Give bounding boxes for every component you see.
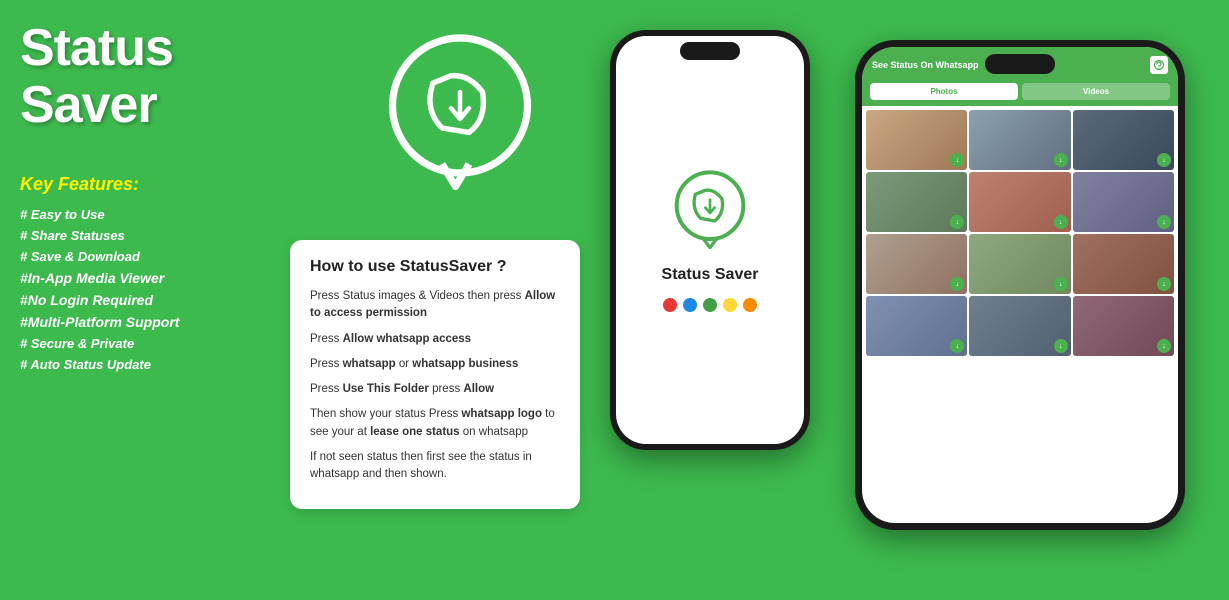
download-btn-8[interactable]: ↓ <box>1054 277 1068 291</box>
phone-header: See Status On Whatsapp <box>862 47 1178 83</box>
phone-header-icon <box>1150 56 1168 74</box>
download-btn-9[interactable]: ↓ <box>1157 277 1171 291</box>
tabs-row: Photos Videos <box>862 83 1178 106</box>
feature-multi-platform: #Multi-Platform Support <box>20 314 260 330</box>
dot-yellow <box>723 298 737 312</box>
feature-secure-private: # Secure & Private <box>20 336 260 351</box>
phone-app-name: Status Saver <box>662 266 759 284</box>
gallery-item-1: ↓ <box>866 110 967 170</box>
download-btn-11[interactable]: ↓ <box>1054 339 1068 353</box>
feature-media-viewer: #In-App Media Viewer <box>20 270 260 286</box>
how-to-step-6: If not seen status then first see the st… <box>310 449 560 484</box>
feature-save-download: # Save & Download <box>20 249 260 264</box>
dot-blue <box>683 298 697 312</box>
phone-screen-right: See Status On Whatsapp Photos Videos ↓ <box>862 47 1178 523</box>
phone-app-icon <box>670 169 750 254</box>
feature-share-statuses: # Share Statuses <box>20 228 260 243</box>
gallery-item-10: ↓ <box>866 296 967 356</box>
download-btn-5[interactable]: ↓ <box>1054 215 1068 229</box>
download-btn-2[interactable]: ↓ <box>1054 153 1068 167</box>
download-btn-10[interactable]: ↓ <box>950 339 964 353</box>
gallery-item-3: ↓ <box>1073 110 1174 170</box>
how-to-step-5: Then show your status Press whatsapp log… <box>310 406 560 441</box>
dot-red <box>663 298 677 312</box>
gallery-item-11: ↓ <box>969 296 1070 356</box>
download-btn-4[interactable]: ↓ <box>950 215 964 229</box>
left-section: Status Saver Key Features: # Easy to Use… <box>0 0 280 600</box>
dots-row <box>663 298 757 312</box>
download-btn-1[interactable]: ↓ <box>950 153 964 167</box>
feature-auto-update: # Auto Status Update <box>20 357 260 372</box>
key-features-label: Key Features: <box>20 174 260 195</box>
gallery-item-5: ↓ <box>969 172 1070 232</box>
how-to-step-2: Press Allow whatsapp access <box>310 331 560 348</box>
how-to-step-4: Press Use This Folder press Allow <box>310 381 560 398</box>
tab-photos[interactable]: Photos <box>870 83 1018 100</box>
gallery-grid: ↓ ↓ ↓ ↓ ↓ ↓ ↓ <box>862 106 1178 360</box>
feature-easy-to-use: # Easy to Use <box>20 207 260 222</box>
phone-screen-center: Status Saver <box>616 36 804 444</box>
download-btn-6[interactable]: ↓ <box>1157 215 1171 229</box>
phone-screen-content: Status Saver <box>652 159 769 322</box>
how-to-step-1: Press Status images & Videos then press … <box>310 288 560 323</box>
phone-right-container: See Status On Whatsapp Photos Videos ↓ <box>855 40 1185 530</box>
gallery-item-9: ↓ <box>1073 234 1174 294</box>
gallery-item-6: ↓ <box>1073 172 1174 232</box>
app-title: Status Saver <box>20 20 260 134</box>
whatsapp-download-icon <box>370 20 550 200</box>
how-to-title: How to use StatusSaver ? <box>310 258 560 276</box>
how-to-step-3: Press whatsapp or whatsapp business <box>310 356 560 373</box>
whatsapp-icon-area <box>370 20 570 220</box>
gallery-item-8: ↓ <box>969 234 1070 294</box>
phone-center: Status Saver <box>610 30 810 450</box>
feature-no-login: #No Login Required <box>20 292 260 308</box>
phone-frame-center: Status Saver <box>610 30 810 450</box>
tab-videos[interactable]: Videos <box>1022 83 1170 100</box>
download-btn-7[interactable]: ↓ <box>950 277 964 291</box>
dot-green <box>703 298 717 312</box>
gallery-item-7: ↓ <box>866 234 967 294</box>
phone-frame-right: See Status On Whatsapp Photos Videos ↓ <box>855 40 1185 530</box>
dot-orange <box>743 298 757 312</box>
download-btn-3[interactable]: ↓ <box>1157 153 1171 167</box>
gallery-item-2: ↓ <box>969 110 1070 170</box>
phone-header-title: See Status On Whatsapp <box>872 60 979 70</box>
gallery-item-4: ↓ <box>866 172 967 232</box>
how-to-card: How to use StatusSaver ? Press Status im… <box>290 240 580 509</box>
download-btn-12[interactable]: ↓ <box>1157 339 1171 353</box>
gallery-item-12: ↓ <box>1073 296 1174 356</box>
